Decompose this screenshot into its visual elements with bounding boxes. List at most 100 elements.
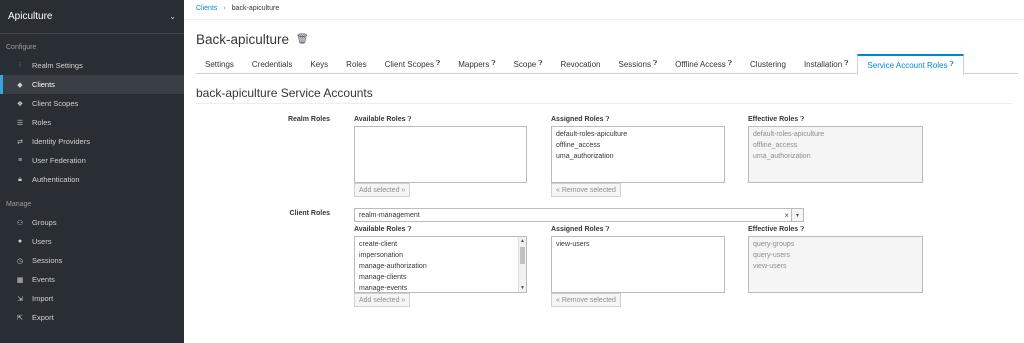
sidebar-item-users[interactable]: ● Users: [0, 232, 184, 251]
sidebar-item-label: Roles: [32, 118, 52, 127]
caret-down-icon[interactable]: ▾: [791, 209, 803, 221]
breadcrumb-bar: [184, 0, 1024, 20]
help-icon: ❓︎: [605, 226, 610, 233]
list-item[interactable]: manage-authorization: [359, 261, 514, 272]
sidebar-item-roles[interactable]: ☰ Roles: [0, 113, 184, 132]
exchange-icon: ⇄: [17, 138, 23, 146]
sidebar-item-client-scopes[interactable]: ❖ Client Scopes: [0, 94, 184, 113]
help-icon: ❓︎: [727, 60, 732, 67]
user-icon: ●: [17, 238, 23, 245]
list-icon: ☰: [16, 119, 24, 127]
sidebar-item-groups[interactable]: ⚇ Groups: [0, 213, 184, 232]
column-label-text: Available Roles: [354, 226, 406, 233]
tab-roles[interactable]: Roles: [337, 54, 375, 74]
client-assigned-roles-list[interactable]: view-users: [551, 236, 725, 293]
sidebar-item-realm-settings[interactable]: ⫶ Realm Settings: [0, 56, 184, 75]
list-item[interactable]: view-users: [556, 239, 720, 250]
tab-client-scopes[interactable]: Client Scopes ❓︎: [376, 54, 450, 74]
scroll-up-icon[interactable]: ▲: [519, 237, 526, 245]
scrollbar-thumb[interactable]: [520, 247, 525, 264]
realm-selector[interactable]: Apiculture ⌄: [0, 0, 184, 34]
list-item[interactable]: manage-events: [359, 283, 514, 292]
tab-installation[interactable]: Installation ❓︎: [795, 54, 857, 74]
column-label-text: Assigned Roles: [551, 116, 604, 123]
client-select[interactable]: realm-management × ▾: [354, 208, 804, 222]
column-label-text: Effective Roles: [748, 226, 799, 233]
list-item[interactable]: impersonation: [359, 250, 514, 261]
sidebar-item-authentication[interactable]: 🔒︎ Authentication: [0, 170, 184, 189]
client-add-selected-button[interactable]: Add selected »: [354, 293, 411, 307]
trash-icon[interactable]: 🗑︎: [296, 34, 309, 45]
section-title: back-apiculture Service Accounts: [196, 86, 373, 100]
tab-label: Mappers: [458, 59, 490, 69]
realm-effective-roles-list: default-roles-apiculture offline_access …: [748, 126, 923, 183]
sidebar-item-events[interactable]: ▦ Events: [0, 270, 184, 289]
realm-available-roles-list[interactable]: [354, 126, 527, 183]
sidebar-item-user-federation[interactable]: ≡ User Federation: [0, 151, 184, 170]
list-item[interactable]: default-roles-apiculture: [556, 129, 720, 140]
breadcrumb: Clients › back-apiculture: [196, 5, 279, 12]
column-label-text: Available Roles: [354, 116, 406, 123]
client-remove-selected-button[interactable]: « Remove selected: [551, 293, 621, 307]
help-icon: ❓︎: [407, 226, 412, 233]
realm-assigned-roles-list[interactable]: default-roles-apiculture offline_access …: [551, 126, 725, 183]
column-label-text: Effective Roles: [748, 116, 799, 123]
sidebar-item-sessions[interactable]: ◷ Sessions: [0, 251, 184, 270]
breadcrumb-separator: ›: [223, 5, 226, 12]
column-label-text: Assigned Roles: [551, 226, 604, 233]
sidebar-item-export[interactable]: ⇱ Export: [0, 308, 184, 327]
tab-label: Client Scopes: [384, 59, 434, 69]
tab-settings[interactable]: Settings: [196, 54, 243, 74]
chevron-down-icon: ⌄: [169, 12, 176, 21]
clear-icon[interactable]: ×: [784, 211, 789, 220]
sidebar-item-import[interactable]: ⇲ Import: [0, 289, 184, 308]
sidebar-item-label: Identity Providers: [32, 137, 90, 146]
list-item: offline_access: [753, 142, 798, 149]
tab-offline-access[interactable]: Offline Access ❓︎: [666, 54, 741, 74]
tab-bar: Settings Credentials Keys Roles Client S…: [196, 54, 1018, 75]
tab-service-account-roles[interactable]: Service Account Roles ❓︎: [857, 54, 964, 75]
nav-section-configure: Configure: [6, 44, 37, 51]
tab-clustering[interactable]: Clustering: [741, 54, 795, 74]
help-icon: ❓︎: [435, 60, 441, 67]
tab-label: Revocation: [560, 59, 601, 69]
sidebar-item-label: Import: [32, 294, 54, 303]
tab-credentials[interactable]: Credentials: [243, 54, 301, 74]
calendar-icon: ▦: [16, 276, 24, 284]
tab-label: Keys: [310, 59, 329, 69]
tab-scope[interactable]: Scope ❓︎: [505, 54, 552, 74]
list-item[interactable]: offline_access: [556, 140, 720, 151]
help-icon: ❓︎: [800, 226, 805, 233]
scrollbar[interactable]: ▲ ▼: [518, 237, 526, 292]
client-available-roles-list[interactable]: create-client impersonation manage-autho…: [354, 236, 527, 293]
tab-label: Sessions: [618, 59, 651, 69]
scroll-down-icon[interactable]: ▼: [519, 284, 526, 292]
list-item[interactable]: uma_authorization: [556, 151, 720, 162]
tab-mappers[interactable]: Mappers ❓︎: [449, 54, 504, 74]
sidebar-item-clients[interactable]: ◆ Clients: [0, 75, 184, 94]
list-item[interactable]: manage-clients: [359, 272, 514, 283]
sliders-icon: ⫶: [19, 61, 21, 69]
tab-revocation[interactable]: Revocation: [551, 54, 609, 74]
tab-sessions[interactable]: Sessions ❓︎: [609, 54, 666, 74]
tab-label: Settings: [205, 59, 234, 69]
realm-effective-roles-label: Effective Roles ❓︎: [748, 116, 804, 124]
users-icon: ⚇: [16, 219, 24, 227]
sidebar-item-identity-providers[interactable]: ⇄ Identity Providers: [0, 132, 184, 151]
help-icon: ❓︎: [800, 116, 805, 123]
list-item[interactable]: create-client: [359, 239, 514, 250]
lock-icon: 🔒︎: [18, 175, 22, 183]
help-icon: ❓︎: [407, 116, 412, 123]
tab-label: Credentials: [251, 59, 293, 69]
realm-add-selected-button[interactable]: Add selected »: [354, 183, 411, 197]
page-title: Back-apiculture: [196, 32, 290, 47]
list-item: view-users: [753, 263, 787, 270]
client-effective-roles-label: Effective Roles ❓︎: [748, 226, 804, 234]
client-available-roles-label: Available Roles ❓︎: [354, 226, 411, 234]
tab-label: Installation: [803, 59, 843, 69]
cubes-icon: ❖: [16, 100, 24, 108]
sidebar-item-label: Authentication: [32, 175, 80, 184]
tab-keys[interactable]: Keys: [301, 54, 337, 74]
realm-remove-selected-button[interactable]: « Remove selected: [551, 183, 621, 197]
breadcrumb-clients-link[interactable]: Clients: [196, 5, 217, 12]
